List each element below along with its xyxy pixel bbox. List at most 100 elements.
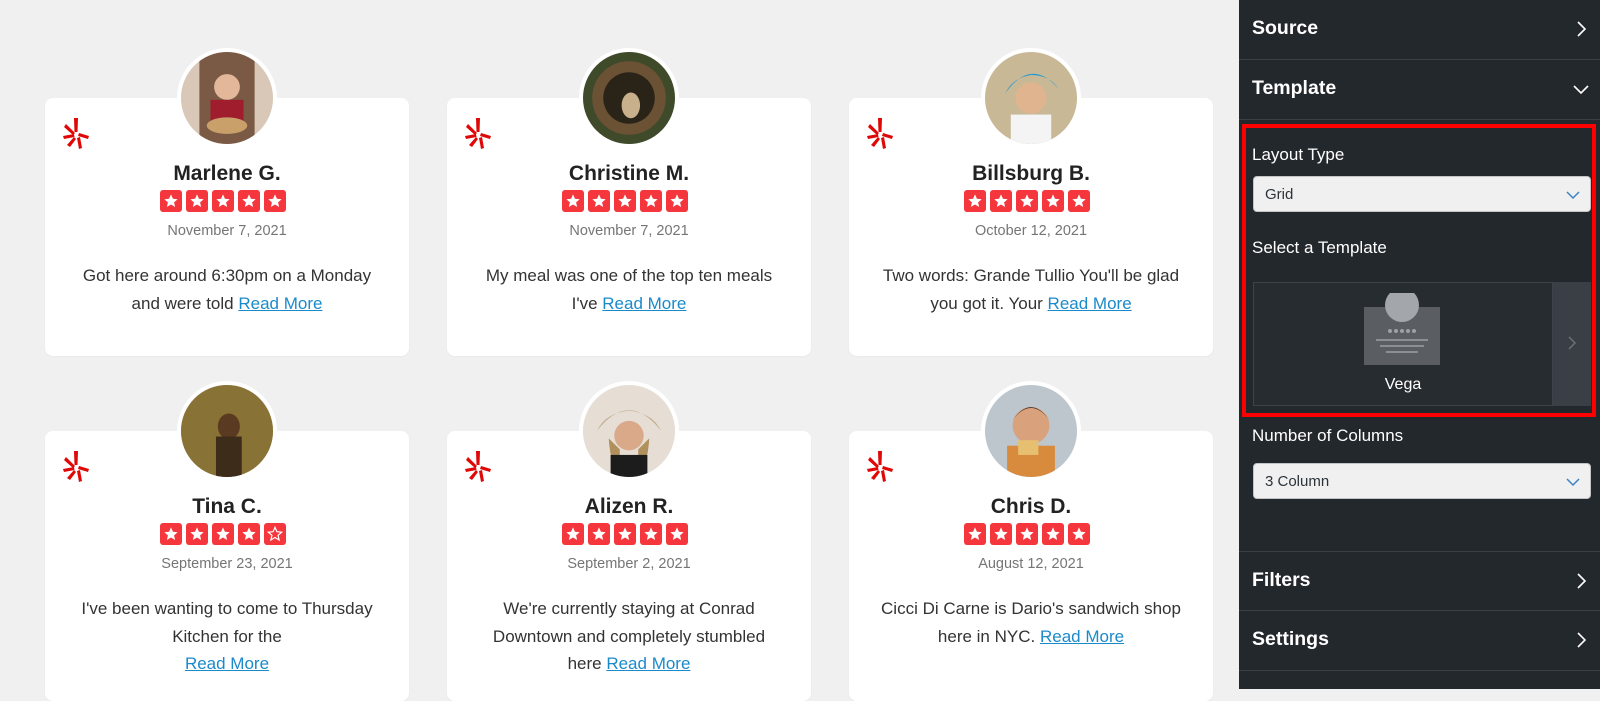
review-text: I've been wanting to come to Thursday Ki… bbox=[81, 599, 373, 673]
star-filled-icon bbox=[264, 190, 286, 212]
chevron-down-icon bbox=[1566, 478, 1580, 487]
read-more-link[interactable]: Read More bbox=[238, 294, 322, 313]
template-name: Vega bbox=[1384, 376, 1422, 393]
accordion-template[interactable]: Template bbox=[1239, 60, 1600, 120]
star-filled-icon bbox=[1068, 190, 1090, 212]
chevron-right-icon bbox=[1577, 573, 1587, 589]
review-date: September 2, 2021 bbox=[567, 556, 691, 572]
accordion-filters[interactable]: Filters bbox=[1239, 551, 1600, 611]
star-filled-icon bbox=[160, 190, 182, 212]
select-template-label: Select a Template bbox=[1252, 238, 1387, 257]
reviewer-name: Billsburg B. bbox=[972, 162, 1090, 185]
star-filled-icon bbox=[614, 190, 636, 212]
review-text: Cicci Di Carne is Dario's sandwich shop … bbox=[881, 599, 1181, 646]
review-card: Christine M. November 7, 2021 My meal wa… bbox=[447, 48, 811, 356]
accordion-title: Template bbox=[1252, 77, 1337, 99]
star-rating bbox=[562, 523, 696, 545]
read-more-link[interactable]: Read More bbox=[1048, 294, 1132, 313]
settings-panel: Source Template Layout Type Grid Select … bbox=[1239, 0, 1600, 689]
read-more-link[interactable]: Read More bbox=[602, 294, 686, 313]
chevron-down-icon bbox=[1573, 85, 1589, 95]
chevron-right-icon bbox=[1577, 21, 1587, 37]
star-filled-icon bbox=[666, 523, 688, 545]
star-filled-icon bbox=[562, 523, 584, 545]
star-rating bbox=[964, 190, 1098, 212]
review-date: October 12, 2021 bbox=[974, 223, 1088, 239]
star-rating bbox=[160, 523, 294, 545]
review-date: November 7, 2021 bbox=[167, 223, 287, 239]
star-filled-icon bbox=[1016, 190, 1038, 212]
reviewer-name: Christine M. bbox=[568, 162, 690, 185]
reviewer-name: Chris D. bbox=[990, 495, 1072, 518]
columns-value: 3 Column bbox=[1265, 473, 1330, 490]
columns-select[interactable]: 3 Column bbox=[1253, 463, 1591, 499]
star-filled-icon bbox=[212, 190, 234, 212]
review-text: We're currently staying at Conrad Downto… bbox=[492, 599, 766, 673]
star-filled-icon bbox=[990, 190, 1012, 212]
star-filled-icon bbox=[588, 190, 610, 212]
yelp-icon bbox=[867, 118, 893, 149]
reviewer-avatar bbox=[177, 48, 277, 148]
yelp-icon bbox=[63, 118, 89, 149]
star-filled-icon bbox=[964, 190, 986, 212]
accordion-title: Filters bbox=[1252, 569, 1311, 591]
star-filled-icon bbox=[1042, 523, 1064, 545]
columns-label: Number of Columns bbox=[1252, 426, 1404, 445]
star-filled-icon bbox=[212, 523, 234, 545]
accordion-title: Source bbox=[1252, 17, 1319, 39]
review-text: My meal was one of the top ten meals I'v… bbox=[485, 266, 773, 313]
reviewer-avatar bbox=[981, 48, 1081, 148]
star-filled-icon bbox=[666, 190, 688, 212]
yelp-icon bbox=[867, 451, 893, 482]
star-filled-icon bbox=[640, 523, 662, 545]
star-rating bbox=[964, 523, 1098, 545]
template-thumbnail-icon bbox=[1364, 293, 1440, 365]
reviewer-avatar bbox=[177, 381, 277, 481]
reviewer-name: Marlene G. bbox=[173, 162, 281, 185]
star-filled-icon bbox=[186, 523, 208, 545]
star-filled-icon bbox=[562, 190, 584, 212]
review-date: November 7, 2021 bbox=[569, 223, 689, 239]
star-filled-icon bbox=[160, 523, 182, 545]
star-filled-icon bbox=[640, 190, 662, 212]
review-card: Tina C. September 23, 2021 I've been wan… bbox=[45, 381, 409, 701]
review-card: Chris D. August 12, 2021 Cicci Di Carne … bbox=[849, 381, 1213, 701]
reviewer-avatar bbox=[579, 381, 679, 481]
star-filled-icon bbox=[990, 523, 1012, 545]
accordion-source[interactable]: Source bbox=[1239, 0, 1600, 60]
reviews-grid: Marlene G. November 7, 2021 Got here aro… bbox=[45, 0, 1215, 701]
star-filled-icon bbox=[1068, 523, 1090, 545]
star-filled-icon bbox=[186, 190, 208, 212]
accordion-settings[interactable]: Settings bbox=[1239, 611, 1600, 671]
star-filled-icon bbox=[238, 523, 260, 545]
reviewer-name: Tina C. bbox=[192, 495, 262, 518]
yelp-icon bbox=[465, 451, 491, 482]
read-more-link[interactable]: Read More bbox=[606, 654, 690, 673]
reviewer-avatar bbox=[579, 48, 679, 148]
yelp-icon bbox=[465, 118, 491, 149]
star-filled-icon bbox=[588, 523, 610, 545]
star-empty-icon bbox=[264, 523, 286, 545]
template-option-vega[interactable]: Vega bbox=[1253, 282, 1553, 406]
star-filled-icon bbox=[1016, 523, 1038, 545]
review-date: September 23, 2021 bbox=[161, 556, 293, 572]
star-filled-icon bbox=[238, 190, 260, 212]
star-rating bbox=[160, 190, 294, 212]
reviewer-avatar bbox=[981, 381, 1081, 481]
chevron-right-icon bbox=[1577, 632, 1587, 648]
star-filled-icon bbox=[964, 523, 986, 545]
read-more-link[interactable]: Read More bbox=[1040, 627, 1124, 646]
template-next-button[interactable] bbox=[1553, 282, 1591, 406]
review-text: Got here around 6:30pm on a Monday and w… bbox=[82, 266, 372, 313]
review-card: Marlene G. November 7, 2021 Got here aro… bbox=[45, 48, 409, 356]
layout-type-select[interactable]: Grid bbox=[1253, 176, 1591, 212]
read-more-link[interactable]: Read More bbox=[185, 654, 269, 673]
chevron-down-icon bbox=[1566, 191, 1580, 200]
star-filled-icon bbox=[1042, 190, 1064, 212]
review-card: Alizen R. September 2, 2021 We're curren… bbox=[447, 381, 811, 701]
review-text: Two words: Grande Tullio You'll be glad … bbox=[882, 266, 1180, 313]
yelp-icon bbox=[63, 451, 89, 482]
star-filled-icon bbox=[614, 523, 636, 545]
review-card: Billsburg B. October 12, 2021 Two words:… bbox=[849, 48, 1213, 356]
layout-type-label: Layout Type bbox=[1252, 145, 1345, 164]
